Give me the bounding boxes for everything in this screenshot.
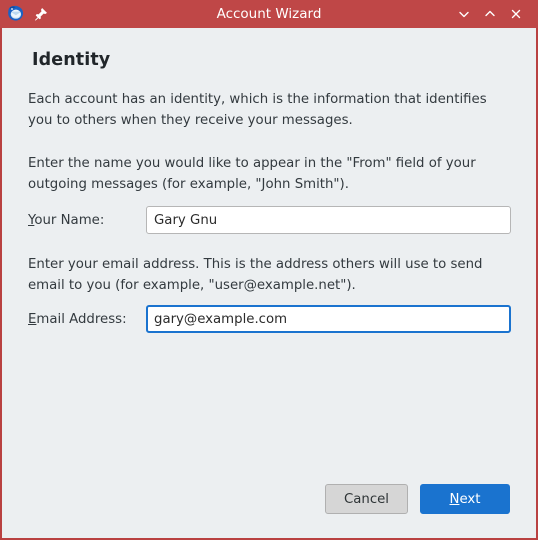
page-title: Identity bbox=[32, 50, 111, 70]
email-address-label-text: mail Address: bbox=[36, 311, 127, 327]
next-button-text: ext bbox=[459, 491, 481, 507]
window-controls bbox=[452, 2, 536, 26]
email-address-input[interactable] bbox=[146, 305, 511, 333]
thunderbird-icon bbox=[6, 4, 26, 24]
close-button[interactable] bbox=[504, 2, 528, 26]
maximize-button[interactable] bbox=[478, 2, 502, 26]
account-wizard-window: Account Wizard Identity Each account has… bbox=[0, 0, 538, 540]
your-name-label-text: our Name: bbox=[34, 212, 105, 228]
your-name-label: Your Name: bbox=[26, 213, 142, 228]
pin-icon[interactable] bbox=[33, 6, 49, 22]
wizard-content: Identity Each account has an identity, w… bbox=[2, 28, 536, 538]
title-bar-left-icons bbox=[2, 4, 49, 24]
your-name-row: Your Name: bbox=[26, 206, 512, 234]
your-name-input[interactable] bbox=[146, 206, 511, 234]
title-bar: Account Wizard bbox=[0, 0, 538, 28]
email-instructions-paragraph: Enter your email address. This is the ad… bbox=[28, 257, 483, 293]
next-button-mnemonic: N bbox=[449, 491, 460, 507]
email-address-label: Email Address: bbox=[26, 312, 142, 327]
intro-paragraph: Each account has an identity, which is t… bbox=[28, 92, 487, 128]
wizard-footer: Cancel Next bbox=[2, 476, 536, 538]
next-button[interactable]: Next bbox=[420, 484, 510, 514]
minimize-button[interactable] bbox=[452, 2, 476, 26]
cancel-button[interactable]: Cancel bbox=[324, 484, 408, 514]
email-address-row: Email Address: bbox=[26, 305, 512, 333]
name-instructions-paragraph: Enter the name you would like to appear … bbox=[28, 156, 476, 192]
